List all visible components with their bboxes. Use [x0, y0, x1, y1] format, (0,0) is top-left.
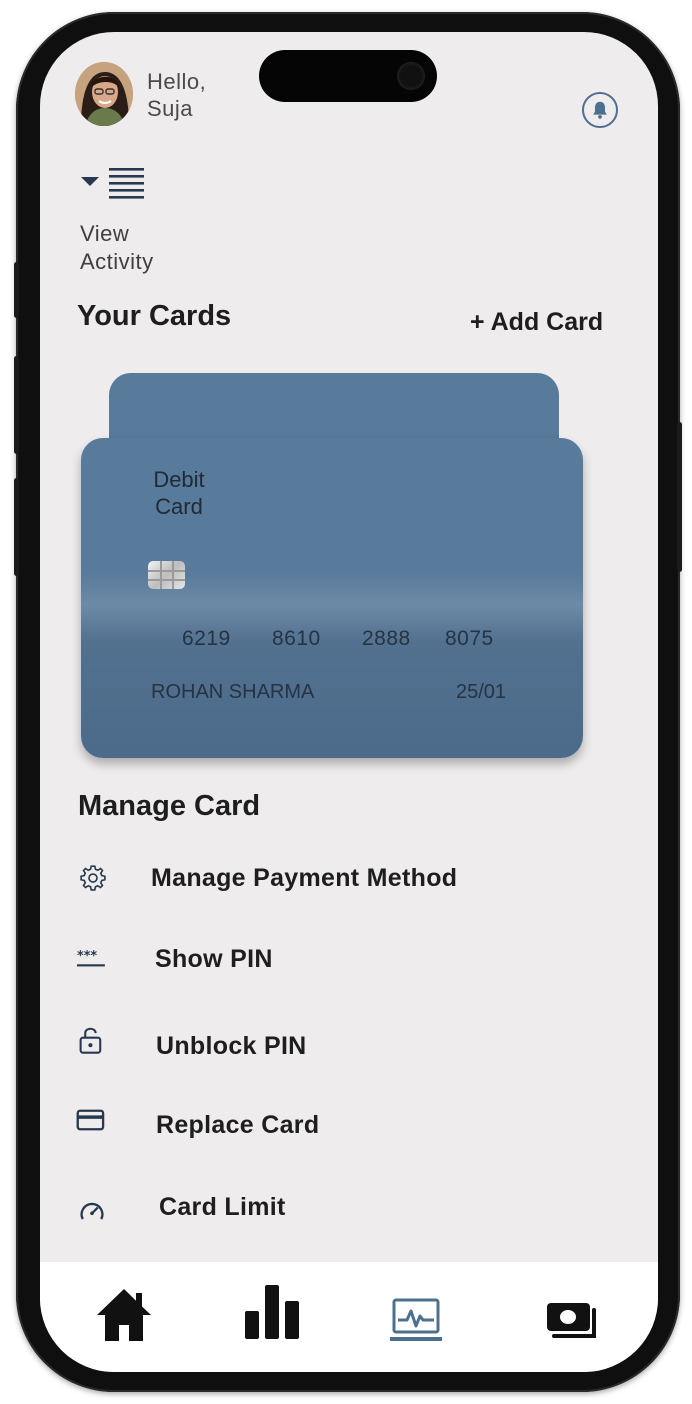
bar-chart-icon	[245, 1285, 299, 1339]
home-icon	[97, 1289, 151, 1341]
greeting: Hello, Suja	[147, 68, 206, 122]
nav-stats[interactable]	[243, 1283, 301, 1346]
card-icon	[76, 1109, 105, 1131]
show-pin-label: Show PIN	[155, 945, 273, 973]
dynamic-island	[259, 50, 437, 102]
gear-icon	[80, 865, 106, 891]
svg-text:***: ***	[77, 949, 97, 964]
card-type: Debit Card	[81, 466, 277, 520]
card-number-group-3: 2888	[362, 627, 411, 650]
card-number-group-2: 8610	[272, 627, 321, 650]
replace-card-label: Replace Card	[156, 1111, 320, 1139]
avatar[interactable]	[75, 62, 133, 126]
card-chip-icon	[148, 561, 185, 589]
notification-button[interactable]	[582, 92, 618, 128]
your-cards-title: Your Cards	[77, 300, 232, 332]
card-expiry: 25/01	[456, 681, 507, 703]
phone-side-button	[14, 262, 19, 318]
card-holder-name: ROHAN SHARMA	[151, 681, 315, 703]
manage-payment-method-label: Manage Payment Method	[151, 864, 458, 892]
card-limit-label: Card Limit	[159, 1193, 286, 1221]
dropdown-list-icon	[81, 168, 144, 199]
greeting-line1: Hello,	[147, 69, 207, 94]
manage-card-title: Manage Card	[78, 790, 261, 822]
card-number-group-4: 8075	[445, 627, 494, 650]
replace-card-item[interactable]: Replace Card	[76, 1108, 616, 1164]
nav-activity[interactable]	[389, 1298, 443, 1347]
phone-volume-down-button	[14, 478, 19, 576]
view-activity-line2: Activity	[80, 249, 154, 274]
wallet-cash-icon	[547, 1303, 596, 1338]
nav-wallet[interactable]	[544, 1300, 600, 1347]
view-activity-button[interactable]	[80, 166, 146, 200]
bell-icon	[593, 101, 607, 119]
speedometer-icon	[80, 1202, 104, 1220]
camera-lens	[397, 62, 425, 90]
card-number-group-1: 6219	[182, 627, 231, 650]
show-pin-item[interactable]: *** Show PIN	[76, 942, 616, 998]
asterisk-pin-icon: ***	[77, 949, 105, 967]
phone-volume-up-button	[14, 356, 19, 454]
unlock-icon	[79, 1027, 102, 1054]
activity-monitor-icon	[390, 1298, 442, 1341]
view-activity-label[interactable]: View Activity	[80, 220, 154, 276]
card-limit-item[interactable]: Card Limit	[76, 1190, 616, 1246]
add-card-button[interactable]: + Add Card	[470, 308, 603, 337]
card-type-line1: Debit	[153, 467, 205, 492]
debit-card[interactable]: Debit Card 6219 8610 2888 8075 ROHAN SHA…	[81, 438, 583, 758]
unblock-pin-label: Unblock PIN	[156, 1032, 307, 1060]
nav-home[interactable]	[95, 1287, 153, 1348]
phone-power-button	[677, 422, 682, 572]
avatar-photo	[75, 62, 133, 126]
view-activity-line1: View	[80, 221, 130, 246]
greeting-user-name: Suja	[147, 96, 194, 121]
card-type-line2: Card	[155, 494, 203, 519]
manage-payment-method-item[interactable]: Manage Payment Method	[76, 861, 616, 917]
unblock-pin-item[interactable]: Unblock PIN	[76, 1027, 616, 1085]
